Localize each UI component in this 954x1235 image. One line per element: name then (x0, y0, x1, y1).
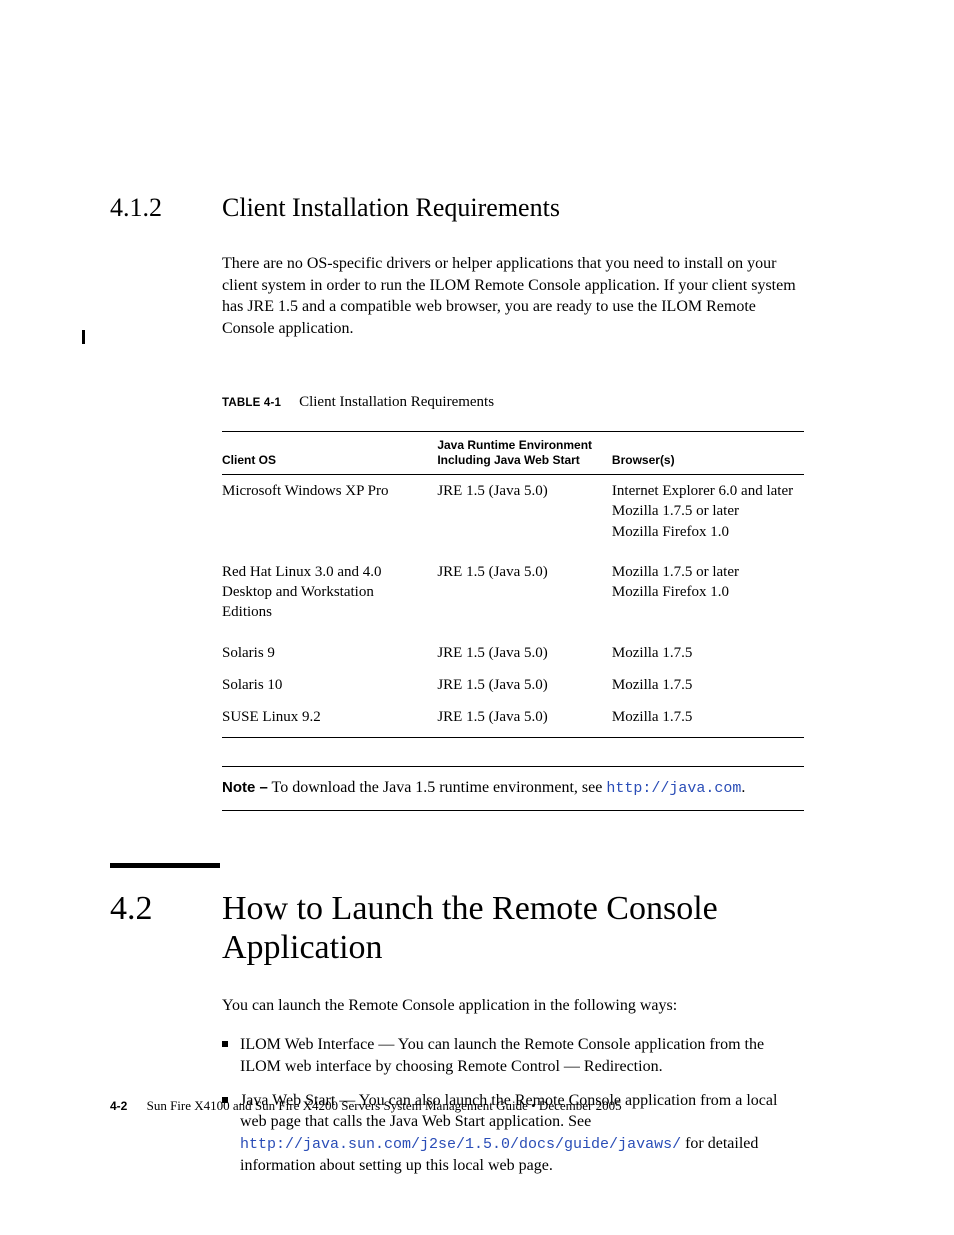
section-divider (110, 863, 220, 868)
section-412-header: 4.1.2 Client Installation Requirements (110, 190, 804, 225)
table-row: Red Hat Linux 3.0 and 4.0 Desktop and Wo… (222, 548, 804, 629)
section-number: 4.1.2 (110, 190, 222, 225)
table-caption-label: TABLE 4-1 (222, 397, 281, 409)
requirements-table: Client OS Java Runtime Environment Inclu… (222, 431, 804, 738)
javaws-link[interactable]: http://java.sun.com/j2se/1.5.0/docs/guid… (240, 1136, 681, 1153)
section-title: Client Installation Requirements (222, 190, 560, 225)
list-item: ILOM Web Interface — You can launch the … (222, 1034, 804, 1077)
note-link[interactable]: http://java.com (606, 780, 741, 797)
section-42-intro: You can launch the Remote Console applic… (222, 995, 804, 1017)
th-jre: Java Runtime Environment Including Java … (437, 432, 612, 475)
th-client-os: Client OS (222, 432, 437, 475)
table-row: SUSE Linux 9.2 JRE 1.5 (Java 5.0) Mozill… (222, 701, 804, 738)
table-row: Solaris 9 JRE 1.5 (Java 5.0) Mozilla 1.7… (222, 629, 804, 669)
table-4-1: TABLE 4-1 Client Installation Requiremen… (222, 391, 804, 738)
table-row: Microsoft Windows XP Pro JRE 1.5 (Java 5… (222, 475, 804, 548)
note-text: To download the Java 1.5 runtime environ… (268, 779, 607, 796)
note-label: Note – (222, 779, 268, 796)
table-caption: TABLE 4-1 Client Installation Requiremen… (222, 391, 804, 413)
footer-text: Sun Fire X4100 and Sun Fire X4200 Server… (147, 1098, 622, 1113)
table-row: Solaris 10 JRE 1.5 (Java 5.0) Mozilla 1.… (222, 669, 804, 701)
change-bar (82, 330, 85, 344)
section-42-header: 4.2 How to Launch the Remote Console App… (110, 886, 804, 967)
section-number: 4.2 (110, 886, 222, 932)
table-caption-text: Client Installation Requirements (299, 394, 494, 410)
section-title: How to Launch the Remote Console Applica… (222, 889, 804, 967)
note-block: Note – To download the Java 1.5 runtime … (222, 766, 804, 810)
section-412-paragraph: There are no OS-specific drivers or help… (222, 253, 804, 339)
page-number: 4-2 (110, 1099, 127, 1113)
page-footer: 4-2 Sun Fire X4100 and Sun Fire X4200 Se… (110, 1097, 622, 1115)
th-browsers: Browser(s) (612, 432, 804, 475)
